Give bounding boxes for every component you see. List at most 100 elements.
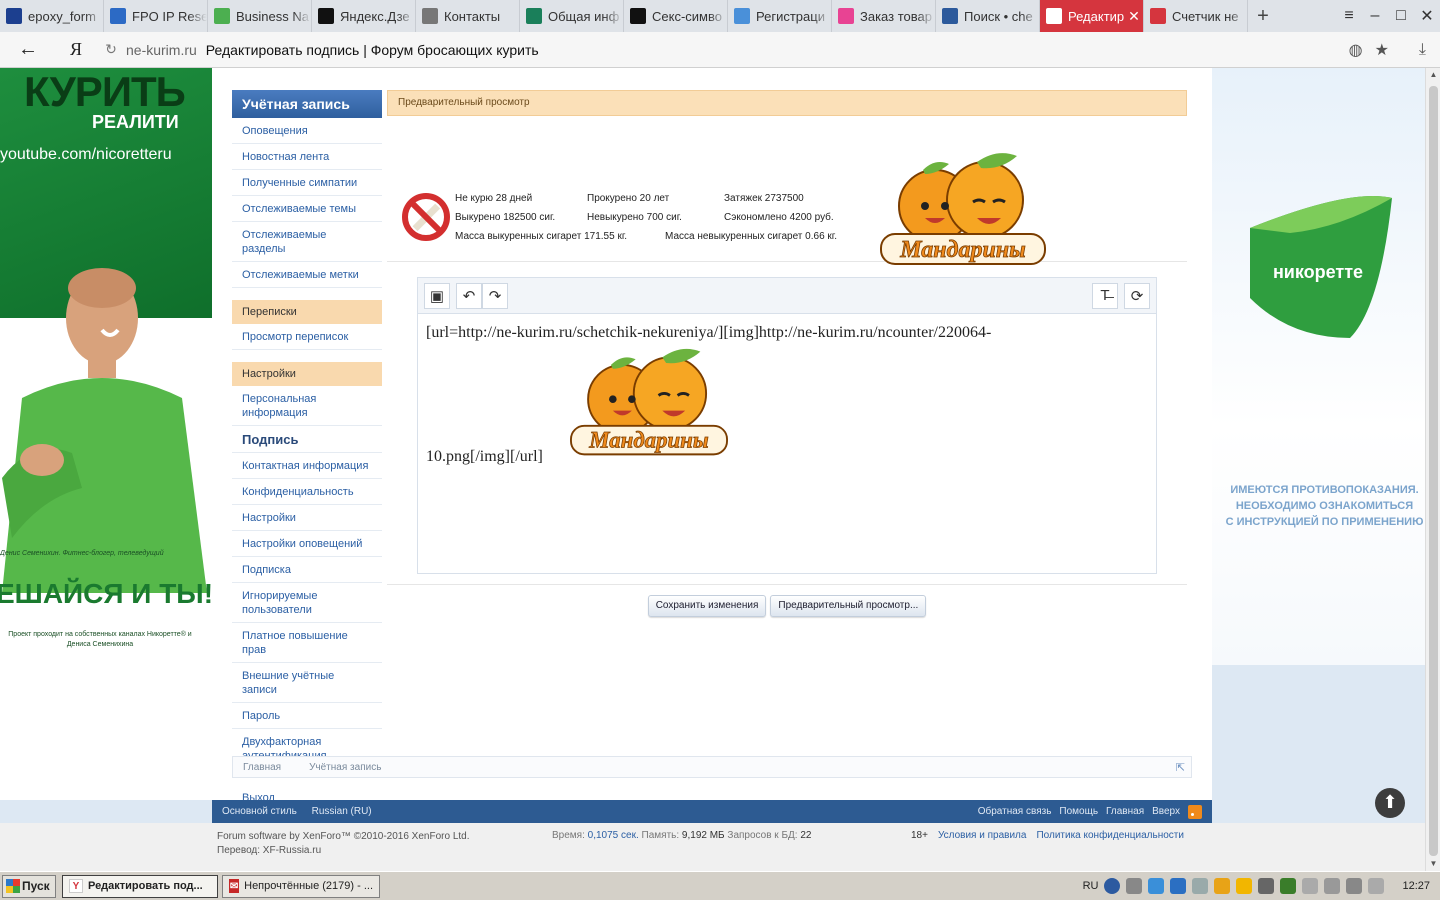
browser-tab[interactable]: Business Na [208, 0, 312, 32]
sidebar-item[interactable]: Новостная лента [232, 144, 382, 170]
bookmark-star-icon[interactable]: ★ [1375, 40, 1389, 60]
save-button[interactable]: Сохранить изменения [647, 595, 767, 617]
redo-icon[interactable]: ↷ [482, 282, 508, 309]
tray-app-icon[interactable] [1280, 878, 1297, 894]
browser-tab[interactable]: Регистраци [728, 0, 832, 32]
mandarin-image[interactable]: Мандарины [564, 344, 734, 462]
language-chooser[interactable]: Russian (RU) [312, 806, 372, 817]
download-icon[interactable]: ⤓ [1419, 41, 1426, 59]
flag-icon[interactable] [1368, 878, 1385, 894]
editor-body[interactable]: [url=http://ne-kurim.ru/schetchik-nekure… [418, 314, 1156, 572]
yandex-logo[interactable]: Я [56, 39, 96, 60]
editor-text-line[interactable]: [url=http://ne-kurim.ru/schetchik-nekure… [426, 322, 991, 344]
sidebar-item[interactable]: Подписка [232, 557, 382, 583]
time-label: Время: [552, 830, 585, 841]
page-scrollbar[interactable]: ▲ ▼ [1425, 68, 1440, 871]
tray-app-icon[interactable] [1214, 878, 1231, 894]
translation-credit[interactable]: Перевод: XF-Russia.ru [217, 844, 470, 858]
jump-icon[interactable]: ⇱ [1176, 761, 1185, 774]
tray-app-icon[interactable] [1192, 878, 1209, 894]
sidebar-item[interactable]: Настройки оповещений [232, 531, 382, 557]
network-icon[interactable] [1324, 878, 1341, 894]
scroll-thumb[interactable] [1429, 86, 1438, 856]
sidebar-item[interactable]: Отслеживаемые темы [232, 196, 382, 222]
toggle-bbcode-icon[interactable]: ⟳ [1124, 282, 1150, 309]
printer-icon[interactable] [1258, 878, 1275, 894]
scroll-down-icon[interactable]: ▼ [1426, 857, 1440, 871]
browser-tab[interactable]: Яндекс.Дзе [312, 0, 416, 32]
sidebar-item[interactable]: Персональная информация [232, 386, 382, 426]
tray-app-icon[interactable] [1126, 878, 1143, 894]
tray-app-icon[interactable] [1170, 878, 1187, 894]
protect-icon[interactable]: ◍ [1349, 40, 1363, 60]
ad-project-note: Проект проходит на собственных каналах Н… [8, 631, 192, 648]
sidebar-item[interactable]: Отслеживаемые разделы [232, 222, 382, 262]
sidebar-item[interactable]: Контактная информация [232, 453, 382, 479]
sidebar-item[interactable]: Платное повышение прав [232, 623, 382, 663]
preview-button[interactable]: Предварительный просмотр... [770, 595, 927, 617]
editor-text-line[interactable]: 10.png[/img][/url] [426, 446, 543, 468]
remove-format-icon[interactable]: T̶ [1092, 282, 1118, 309]
footer-link-help[interactable]: Помощь [1059, 806, 1098, 817]
close-tab-icon[interactable]: ✕ [1128, 8, 1140, 25]
volume-icon[interactable] [1346, 878, 1363, 894]
footer-link-home[interactable]: Главная [1106, 806, 1144, 817]
sidebar-item[interactable]: Настройки [232, 505, 382, 531]
footer-link-contact[interactable]: Обратная связь [978, 806, 1052, 817]
insert-image-icon[interactable]: ▣ [424, 282, 450, 309]
clock[interactable]: 12:27 [1402, 880, 1430, 892]
address-page-title[interactable]: Редактировать подпись | Форум бросающих … [206, 42, 539, 58]
new-tab-button[interactable]: + [1248, 0, 1278, 32]
right-ad-banner[interactable]: никоретте ИМЕЮТСЯ ПРОТИВОПОКАЗАНИЯ. НЕОБ… [1212, 68, 1425, 665]
browser-tab[interactable]: Общая инф [520, 0, 624, 32]
browser-tab[interactable]: Секс-симво [624, 0, 728, 32]
warning-icon[interactable] [1236, 878, 1253, 894]
language-indicator[interactable]: RU [1083, 880, 1099, 892]
sidebar-item[interactable]: Отслеживаемые метки [232, 262, 382, 288]
tray-app-icon[interactable] [1302, 878, 1319, 894]
address-domain[interactable]: ne-kurim.ru [126, 42, 197, 58]
browser-tab[interactable]: FPO IP Rese [104, 0, 208, 32]
start-button[interactable]: Пуск [2, 874, 56, 898]
menu-icon[interactable]: ≡ [1336, 7, 1362, 25]
sidebar-item[interactable]: Конфиденциальность [232, 479, 382, 505]
sidebar-account-title[interactable]: Учётная запись [232, 90, 382, 118]
rss-icon[interactable] [1188, 804, 1202, 819]
footer-link-top[interactable]: Вверх [1152, 806, 1180, 817]
time-value[interactable]: 0,1075 сек. [588, 830, 639, 841]
maximize-icon[interactable]: □ [1388, 7, 1414, 25]
sidebar-item[interactable]: Игнорируемые пользователи [232, 583, 382, 623]
left-ad-banner[interactable]: КУРИТЬ РЕАЛИТИ youtube.com/nicoretteru Д… [0, 68, 212, 800]
tray-app-icon[interactable] [1148, 878, 1165, 894]
sidebar-item[interactable]: Просмотр переписок [232, 324, 382, 350]
scroll-to-top-button[interactable]: ⬆ [1375, 788, 1405, 818]
reload-icon[interactable]: ↻ [96, 41, 126, 58]
style-chooser[interactable]: Основной стиль [222, 806, 297, 817]
browser-tab[interactable]: Заказ товар [832, 0, 936, 32]
sidebar-item[interactable]: Полученные симпатии [232, 170, 382, 196]
browser-tab[interactable]: epoxy_form [0, 0, 104, 32]
sidebar-item[interactable]: Оповещения [232, 118, 382, 144]
terms-link[interactable]: Условия и правила [938, 830, 1026, 841]
breadcrumb-home[interactable]: Главная [243, 762, 281, 773]
browser-tab[interactable]: Редактир ✕ [1040, 0, 1144, 32]
signature-editor[interactable]: ▣ ↶ ↷ T̶ ⟳ [url=http://ne-kurim.ru/schet… [417, 277, 1157, 574]
browser-tab[interactable]: Счетчик не [1144, 0, 1248, 32]
taskbar-item-edit[interactable]: Y Редактировать под... [62, 874, 218, 898]
ad-warning-line: НЕОБХОДИМО ОЗНАКОМИТЬСЯ [1235, 500, 1414, 512]
sidebar-item[interactable]: Пароль [232, 703, 382, 729]
privacy-link[interactable]: Политика конфиденциальности [1036, 830, 1184, 841]
close-window-icon[interactable]: ✕ [1414, 6, 1440, 26]
taskbar-item-mail[interactable]: ✉ Непрочтённые (2179) - ... [222, 874, 380, 898]
scroll-up-icon[interactable]: ▲ [1426, 68, 1440, 82]
help-icon[interactable] [1104, 878, 1121, 894]
undo-icon[interactable]: ↶ [456, 282, 482, 309]
minimize-icon[interactable]: – [1362, 7, 1388, 25]
sidebar-item-current[interactable]: Подпись [232, 426, 382, 453]
browser-tab[interactable]: Поиск • che [936, 0, 1040, 32]
sidebar-item[interactable]: Внешние учётные записи [232, 663, 382, 703]
software-credit[interactable]: Forum software by XenForo™ ©2010-2016 Xe… [217, 830, 470, 844]
back-arrow-icon[interactable]: ← [0, 38, 56, 61]
browser-tab[interactable]: Контакты [416, 0, 520, 32]
breadcrumb-account[interactable]: Учётная запись [309, 762, 381, 773]
